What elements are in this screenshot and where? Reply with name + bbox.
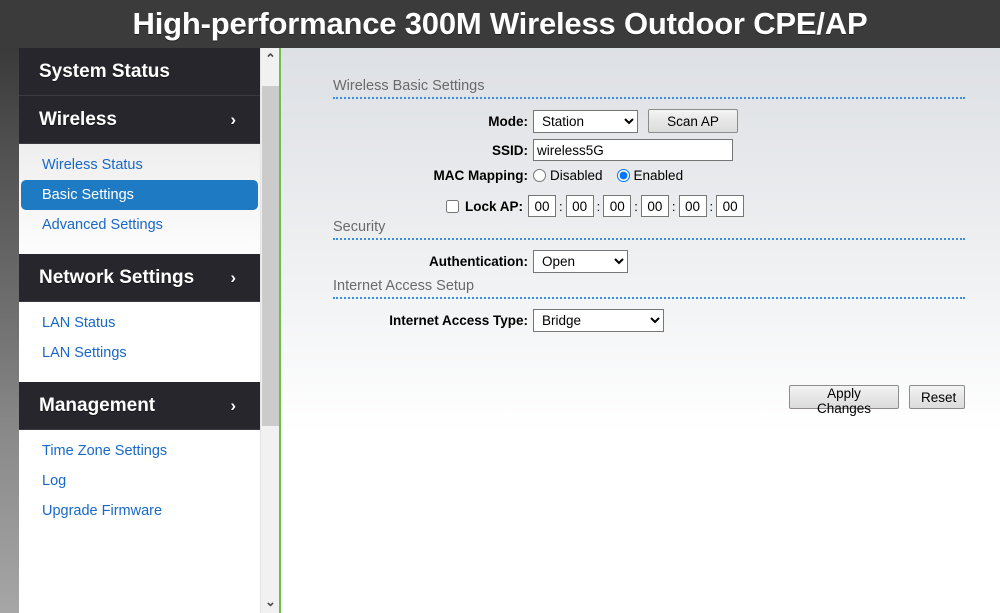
sidebar-scrollbar[interactable]: ⌃ ⌄ [260, 48, 280, 613]
sidebar-item-log[interactable]: Log [21, 466, 258, 496]
app-window: High-performance 300M Wireless Outdoor C… [0, 0, 1000, 613]
field-row-lock-ap: Lock AP: : : : : : [333, 195, 965, 217]
authentication-label: Authentication: [429, 254, 528, 269]
main-content-panel: Wireless Basic Settings Mode: StationAPA… [281, 48, 1000, 613]
sidebar-group-network: LAN Status LAN Settings [19, 302, 260, 382]
lock-ap-mac-octet-6[interactable] [716, 195, 745, 217]
ssid-label: SSID: [491, 142, 528, 158]
chevron-right-icon: › [230, 395, 236, 415]
lock-ap-label-wrap: Lock AP: [333, 199, 528, 214]
scroll-down-arrow-icon[interactable]: ⌄ [261, 591, 280, 613]
mac-mapping-enabled-option[interactable]: Enabled [616, 168, 684, 183]
sidebar-item-lan-settings[interactable]: LAN Settings [21, 338, 258, 368]
field-row-mac-mapping: MAC Mapping: Disabled Enabled [333, 168, 965, 183]
form-action-buttons: Apply Changes Reset [789, 385, 965, 416]
mac-mapping-enabled-radio[interactable] [616, 169, 630, 182]
left-gradient-rail [0, 48, 19, 613]
authentication-select[interactable]: OpenSharedWPA-PSKWPA2-PSKWPA-PSK/WPA2-PS… [533, 250, 628, 273]
scroll-up-arrow-icon[interactable]: ⌃ [261, 48, 280, 70]
ssid-input[interactable] [533, 139, 733, 161]
field-row-mode: Mode: StationAPAP RouterWISPRepeater Sca… [333, 109, 965, 133]
lock-ap-mac-octet-2[interactable] [565, 195, 594, 217]
sidebar-item-wireless-status[interactable]: Wireless Status [21, 150, 258, 180]
page-title: High-performance 300M Wireless Outdoor C… [132, 6, 868, 41]
sidebar-group-management: Time Zone Settings Log Upgrade Firmware [19, 430, 260, 540]
lock-ap-mac-octet-3[interactable] [603, 195, 632, 217]
mode-select[interactable]: StationAPAP RouterWISPRepeater [533, 109, 638, 133]
chevron-right-icon: › [230, 109, 236, 129]
scan-ap-button[interactable]: Scan AP [648, 109, 738, 133]
internet-access-type-select[interactable]: BridgeDHCPStatic IPPPPoE [533, 309, 664, 332]
mode-label: Mode: [488, 113, 528, 129]
reset-button[interactable]: Reset [909, 385, 965, 409]
apply-changes-button[interactable]: Apply Changes [789, 385, 899, 416]
sidebar-item-upgrade-firmware[interactable]: Upgrade Firmware [21, 496, 258, 526]
internet-access-type-label: Internet Access Type: [389, 313, 528, 328]
sidebar-section-management[interactable]: Management › [19, 382, 260, 430]
mac-separator: : [634, 198, 638, 214]
section-heading-wireless-basic-settings: Wireless Basic Settings [333, 78, 965, 99]
mac-mapping-disabled-option[interactable]: Disabled [533, 168, 603, 183]
mac-mapping-enabled-label: Enabled [633, 168, 684, 183]
sidebar-section-label: Management [39, 394, 156, 416]
lock-ap-checkbox-wrap[interactable]: Lock AP: [445, 198, 528, 214]
field-row-internet-access-type: Internet Access Type: BridgeDHCPStatic I… [333, 309, 965, 332]
mac-mapping-label: MAC Mapping: [433, 168, 528, 183]
chevron-right-icon: › [230, 267, 236, 287]
sidebar-item-basic-settings[interactable]: Basic Settings [21, 180, 258, 210]
sidebar-section-label: System Status [39, 60, 170, 82]
field-row-ssid: SSID: [333, 139, 965, 161]
sidebar-section-system-status[interactable]: System Status [19, 48, 260, 96]
lock-ap-mac-octet-1[interactable] [528, 195, 556, 217]
scrollbar-thumb[interactable] [262, 86, 280, 426]
lock-ap-label: Lock AP: [464, 198, 523, 214]
mac-mapping-disabled-radio[interactable] [533, 169, 546, 182]
sidebar-item-time-zone-settings[interactable]: Time Zone Settings [21, 436, 258, 466]
field-row-authentication: Authentication: OpenSharedWPA-PSKWPA2-PS… [333, 250, 965, 273]
section-heading-internet-access-setup: Internet Access Setup [333, 278, 965, 299]
lock-ap-mac-octet-4[interactable] [640, 195, 669, 217]
sidebar-section-network-settings[interactable]: Network Settings › [19, 254, 260, 302]
sidebar-group-wireless: Wireless Status Basic Settings Advanced … [19, 144, 260, 254]
mac-separator: : [671, 198, 676, 214]
mac-separator: : [709, 198, 714, 214]
sidebar-section-label: Network Settings [39, 266, 195, 288]
lock-ap-checkbox[interactable] [445, 199, 459, 213]
mac-mapping-disabled-label: Disabled [550, 168, 603, 183]
sidebar-navigation: System Status Wireless › Wireless Status… [19, 48, 260, 613]
section-heading-security: Security [333, 219, 965, 240]
lock-ap-mac-octet-5[interactable] [678, 195, 707, 217]
mac-separator: : [596, 198, 601, 214]
sidebar-section-wireless[interactable]: Wireless › [19, 96, 260, 144]
sidebar-item-lan-status[interactable]: LAN Status [21, 308, 258, 338]
mac-separator: : [559, 198, 563, 214]
page-header-banner: High-performance 300M Wireless Outdoor C… [0, 0, 1000, 48]
sidebar-item-advanced-settings[interactable]: Advanced Settings [21, 210, 258, 240]
sidebar-section-label: Wireless [39, 108, 117, 130]
